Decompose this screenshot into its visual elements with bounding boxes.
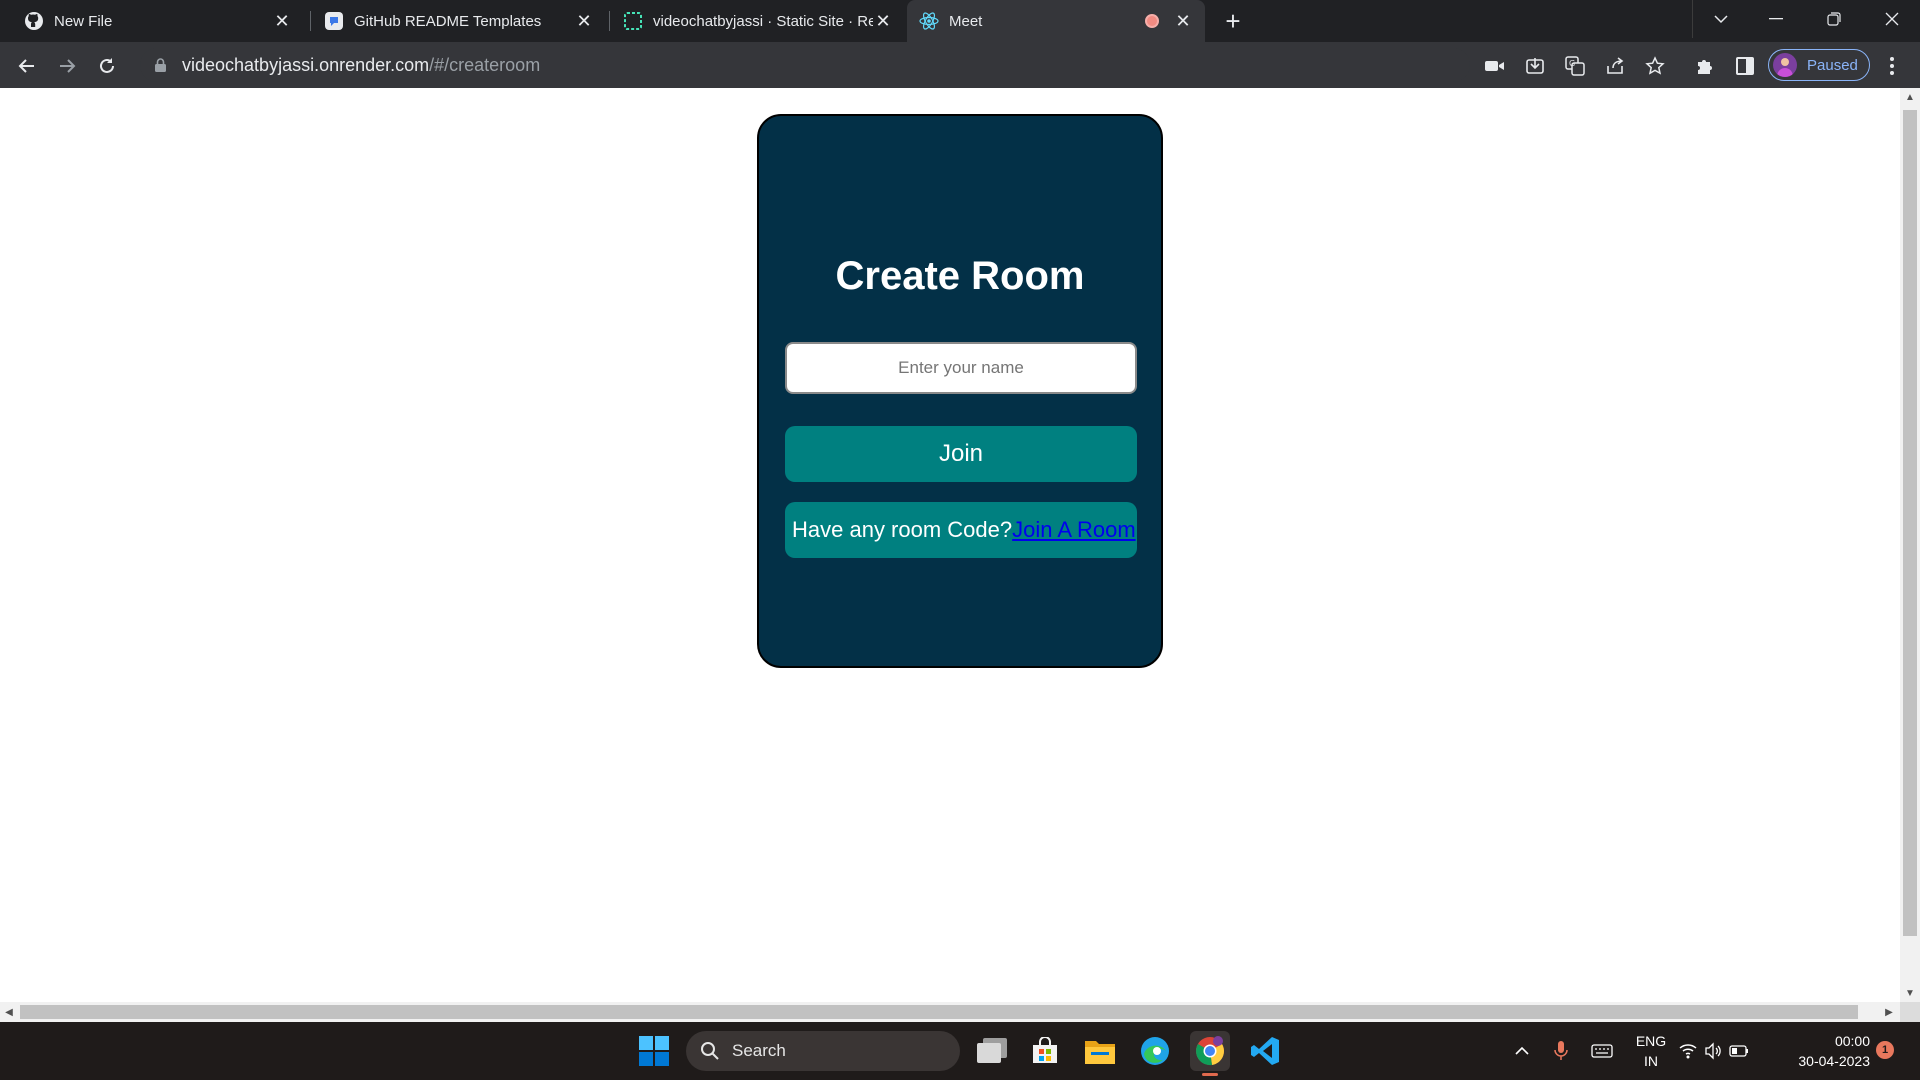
share-icon[interactable]	[1601, 52, 1629, 80]
clock-time: 00:00	[1834, 1033, 1870, 1049]
more-menu-icon[interactable]	[1878, 52, 1906, 80]
page-viewport: Create Room Join Have any room Code?Join…	[0, 88, 1900, 1002]
avatar	[1773, 53, 1797, 77]
install-app-icon[interactable]	[1521, 52, 1549, 80]
tab-strip: New File ✕ GitHub README Templates ✕ vid…	[0, 0, 1920, 42]
tab-meet[interactable]: Meet ✕	[907, 0, 1205, 42]
keyboard-icon[interactable]	[1582, 1031, 1622, 1071]
edge-icon[interactable]	[1135, 1031, 1175, 1071]
restore-button[interactable]	[1806, 0, 1862, 38]
vertical-scroll-thumb[interactable]	[1903, 110, 1917, 936]
taskbar-search-label: Search	[732, 1041, 786, 1060]
github-icon	[24, 11, 44, 31]
translate-icon[interactable]: G	[1561, 52, 1589, 80]
tab-divider	[310, 11, 311, 31]
url-path: /#/createroom	[429, 54, 541, 75]
search-icon	[700, 1041, 720, 1061]
show-hidden-icons-chevron-icon[interactable]	[1502, 1031, 1542, 1071]
windows-start-icon[interactable]	[634, 1031, 674, 1071]
close-icon[interactable]: ✕	[574, 11, 594, 31]
url-host: videochatbyjassi.onrender.com	[182, 54, 430, 75]
tab-search-chevron-icon[interactable]	[1692, 0, 1748, 38]
clock-date: 30-04-2023	[1798, 1053, 1870, 1069]
readme-templates-icon	[324, 11, 344, 31]
tab-title: GitHub README Templates	[354, 12, 542, 30]
scroll-left-arrow-icon[interactable]: ◀	[0, 1002, 18, 1022]
extensions-icon[interactable]	[1691, 52, 1719, 80]
tab-divider	[609, 11, 610, 31]
tab-title: Meet	[949, 12, 983, 30]
microsoft-store-icon[interactable]	[1025, 1031, 1065, 1071]
minimize-button[interactable]	[1748, 0, 1804, 38]
forward-button[interactable]	[51, 50, 83, 82]
scroll-up-arrow-icon[interactable]: ▲	[1900, 88, 1920, 106]
network-volume-battery-group[interactable]	[1676, 1031, 1752, 1071]
region-code: IN	[1644, 1053, 1658, 1069]
horizontal-scroll-thumb[interactable]	[20, 1005, 1858, 1019]
tab-title: videochatbyjassi · Static Site · Re	[653, 12, 873, 30]
clock[interactable]: 00:00 30-04-2023	[1778, 1031, 1870, 1071]
close-icon[interactable]: ✕	[1173, 11, 1193, 31]
browser-toolbar: videochatbyjassi.onrender.com/#/createro…	[0, 42, 1920, 88]
profile-button[interactable]: Paused	[1768, 49, 1870, 81]
tab-render-static-site[interactable]: videochatbyjassi · Static Site · Re ✕	[611, 0, 905, 42]
new-tab-button[interactable]: +	[1217, 6, 1249, 36]
vertical-scrollbar[interactable]: ▲ ▼	[1900, 88, 1920, 1002]
lock-icon	[150, 58, 170, 72]
bookmark-star-icon[interactable]	[1641, 52, 1669, 80]
join-room-link[interactable]: Join A Room	[1012, 517, 1136, 543]
file-explorer-icon[interactable]	[1080, 1031, 1120, 1071]
camera-in-use-icon[interactable]	[1481, 52, 1509, 80]
render-icon	[623, 11, 643, 31]
close-window-button[interactable]	[1864, 0, 1920, 38]
chrome-icon[interactable]	[1190, 1031, 1230, 1071]
vscode-icon[interactable]	[1245, 1031, 1285, 1071]
taskbar-search-box[interactable]: Search	[686, 1031, 960, 1071]
horizontal-scrollbar[interactable]: ◀ ▶	[0, 1002, 1900, 1022]
tab-github-readme-templates[interactable]: GitHub README Templates ✕	[312, 0, 606, 42]
side-panel-icon[interactable]	[1731, 52, 1759, 80]
profile-status-label: Paused	[1807, 56, 1858, 74]
tab-title: New File	[54, 12, 113, 30]
language-code: ENG	[1635, 1033, 1667, 1049]
create-room-card: Create Room Join Have any room Code?Join…	[757, 114, 1163, 668]
room-code-prompt: Have any room Code?	[792, 517, 1013, 542]
close-icon[interactable]: ✕	[272, 11, 292, 31]
room-code-prompt-box: Have any room Code? Join A Room	[785, 502, 1137, 558]
scroll-right-arrow-icon[interactable]: ▶	[1880, 1002, 1898, 1022]
react-icon	[919, 11, 939, 31]
scroll-down-arrow-icon[interactable]: ▼	[1900, 984, 1920, 1002]
scrollbar-corner	[1900, 1002, 1920, 1022]
close-icon[interactable]: ✕	[873, 11, 893, 31]
page-title: Create Room	[835, 254, 1085, 298]
language-indicator[interactable]: ENG IN	[1624, 1031, 1678, 1071]
tab-new-file[interactable]: New File ✕	[12, 0, 304, 42]
recording-indicator-icon	[1145, 14, 1159, 28]
join-button[interactable]: Join	[785, 426, 1137, 482]
notification-badge[interactable]: 1	[1876, 1041, 1894, 1059]
microphone-icon[interactable]	[1541, 1031, 1581, 1071]
name-input[interactable]	[785, 342, 1137, 394]
taskbar: Search ENG IN 00:00 30-04-2023 1	[0, 1022, 1920, 1080]
chrome-running-indicator	[1202, 1073, 1218, 1076]
address-bar[interactable]: videochatbyjassi.onrender.com/#/createro…	[140, 48, 1470, 82]
reload-button[interactable]	[91, 50, 123, 82]
task-view-icon[interactable]	[972, 1031, 1012, 1071]
svg-text:G: G	[1569, 59, 1575, 68]
back-button[interactable]	[11, 50, 43, 82]
